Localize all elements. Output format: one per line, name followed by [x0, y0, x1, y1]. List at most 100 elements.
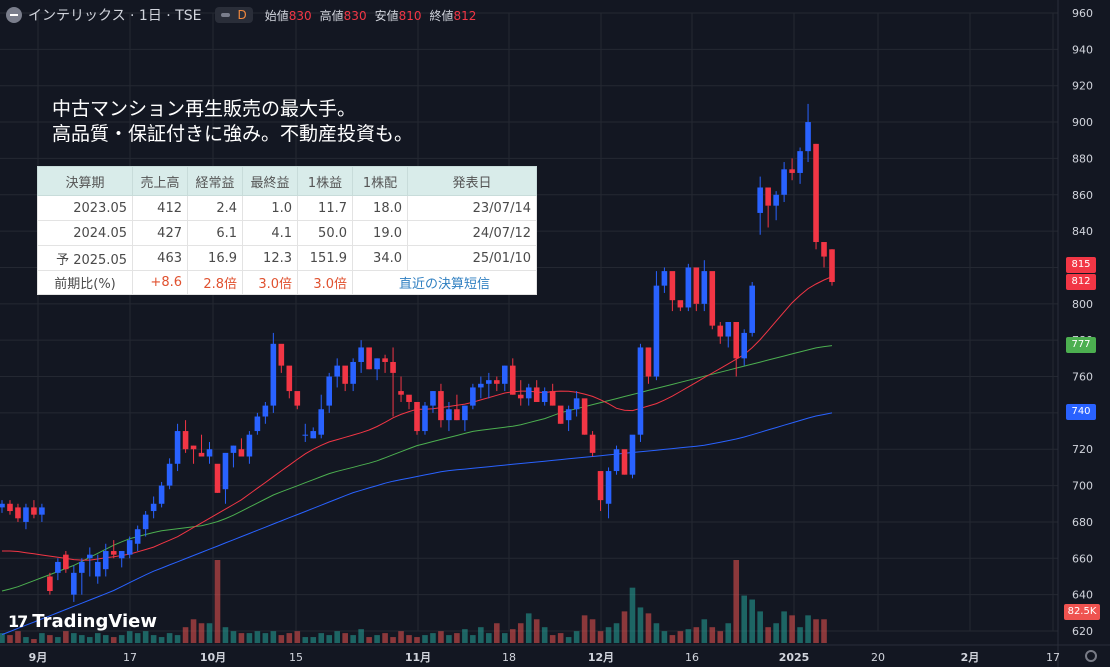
candle-body [749, 285, 755, 333]
volume-tag: 82.5K [1064, 604, 1100, 620]
candle-body [94, 561, 101, 577]
candle-body [430, 391, 436, 406]
candle-body [254, 416, 261, 432]
volume-bar [398, 631, 404, 643]
price-tick-label: 940 [1072, 43, 1093, 56]
candle-body [501, 365, 508, 384]
volume-bar [270, 631, 277, 643]
candle-body [629, 434, 636, 475]
settings-icon[interactable] [1085, 650, 1097, 662]
volume-bar [757, 611, 763, 643]
volume-bar [581, 615, 588, 643]
cell-date: 25/01/10 [407, 245, 537, 271]
price-tick-label: 800 [1072, 298, 1093, 311]
volume-bar [565, 637, 572, 643]
candle-body [709, 271, 716, 326]
volume-bar [709, 627, 716, 643]
candle-body [462, 405, 468, 421]
volume-bar [557, 633, 564, 643]
cell-period: 2023.05 [37, 195, 133, 221]
volume-bar [166, 633, 173, 643]
symbol-icon[interactable] [6, 7, 22, 23]
candle-body [0, 503, 5, 508]
price-tick-label: 880 [1072, 152, 1093, 165]
candle-body [110, 551, 117, 555]
volume-bar [406, 635, 412, 643]
ohlc-low: 安値810 [374, 8, 422, 23]
candle-body [637, 347, 644, 435]
candle-body [446, 409, 452, 421]
volume-bar [741, 595, 748, 643]
candle-body [358, 347, 364, 362]
cell-date: 23/07/14 [407, 195, 537, 221]
cell-period: 予 2025.05 [37, 245, 133, 271]
price-tick-label: 900 [1072, 116, 1093, 129]
description-line: 高品質・保証付きに強み。不動産投資も。 [52, 123, 414, 145]
col-header: 1株益 [297, 166, 353, 196]
volume-bar [102, 635, 109, 643]
earnings-report-link[interactable]: 直近の決算短信 [352, 270, 537, 295]
chart-header: インテリックス · 1日 · TSE D 始値830 高値830 安値810 終… [6, 4, 484, 26]
candle-body [470, 387, 476, 406]
volume-bar [158, 637, 165, 643]
volume-bar [94, 633, 101, 643]
tradingview-logo[interactable]: 17 TradingView [8, 611, 157, 632]
time-tick-label: 2025 [779, 651, 810, 664]
price-tick-label: 640 [1072, 589, 1093, 602]
volume-bar [781, 611, 787, 643]
candle-body [685, 267, 692, 308]
candle-body [406, 394, 412, 402]
candle-body [350, 361, 356, 384]
candle-body [717, 325, 724, 337]
cell-dps: 19.0 [352, 220, 408, 246]
candle-body [310, 431, 317, 439]
ohlc-close: 終値812 [429, 8, 477, 23]
company-description: 中古マンション再生販売の最大手。 高品質・保証付きに強み。不動産投資も。 [52, 97, 413, 147]
volume-bar [509, 629, 516, 643]
cell-change-ordinary: 2.8倍 [187, 270, 243, 295]
financials-table: 決算期 売上高 経常益 最終益 1株益 1株配 発表日 2023.05 412 … [37, 166, 537, 295]
candle-body [342, 365, 348, 384]
candle-body [701, 271, 708, 304]
volume-bar [733, 560, 740, 643]
volume-bar [55, 637, 61, 643]
volume-bar [422, 635, 428, 643]
cell-change-net: 3.0倍 [242, 270, 298, 295]
moving-averages [1, 276, 833, 636]
candle-body [174, 431, 181, 464]
volume-bar [645, 613, 652, 643]
candle-body [805, 122, 811, 152]
candle-body [454, 409, 460, 421]
candle-body [166, 463, 173, 486]
volume-bar [805, 615, 811, 643]
volume-bar [150, 635, 157, 643]
time-tick-label: 17 [123, 651, 137, 664]
volume-bar [254, 631, 261, 643]
volume-bar [126, 631, 133, 643]
candle-body [541, 391, 548, 402]
candle-body [821, 242, 827, 257]
candle-body [118, 551, 125, 559]
candle-body [238, 449, 245, 457]
candle-body [781, 169, 787, 195]
candle-body [438, 391, 444, 421]
interval-badge[interactable]: D [215, 7, 253, 23]
candle-body [565, 409, 572, 421]
cell-period: 2024.05 [37, 220, 133, 246]
volume-bar [813, 619, 819, 643]
candle-body [478, 383, 484, 388]
candle-body [677, 300, 684, 308]
price-tick-label: 660 [1072, 552, 1093, 565]
cell-eps: 50.0 [297, 220, 353, 246]
volume-bar [765, 627, 771, 643]
volume-bar [494, 623, 500, 643]
ma-long-line [1, 412, 833, 636]
candle-body [422, 405, 428, 432]
volume-bar [134, 633, 141, 643]
candle-body [797, 151, 803, 173]
volume-bar [262, 633, 269, 643]
volume-bar [294, 631, 301, 643]
col-header: 最終益 [242, 166, 298, 196]
ma-long-tag: 740 [1066, 404, 1096, 420]
chart-title[interactable]: インテリックス · 1日 · TSE [28, 5, 201, 25]
